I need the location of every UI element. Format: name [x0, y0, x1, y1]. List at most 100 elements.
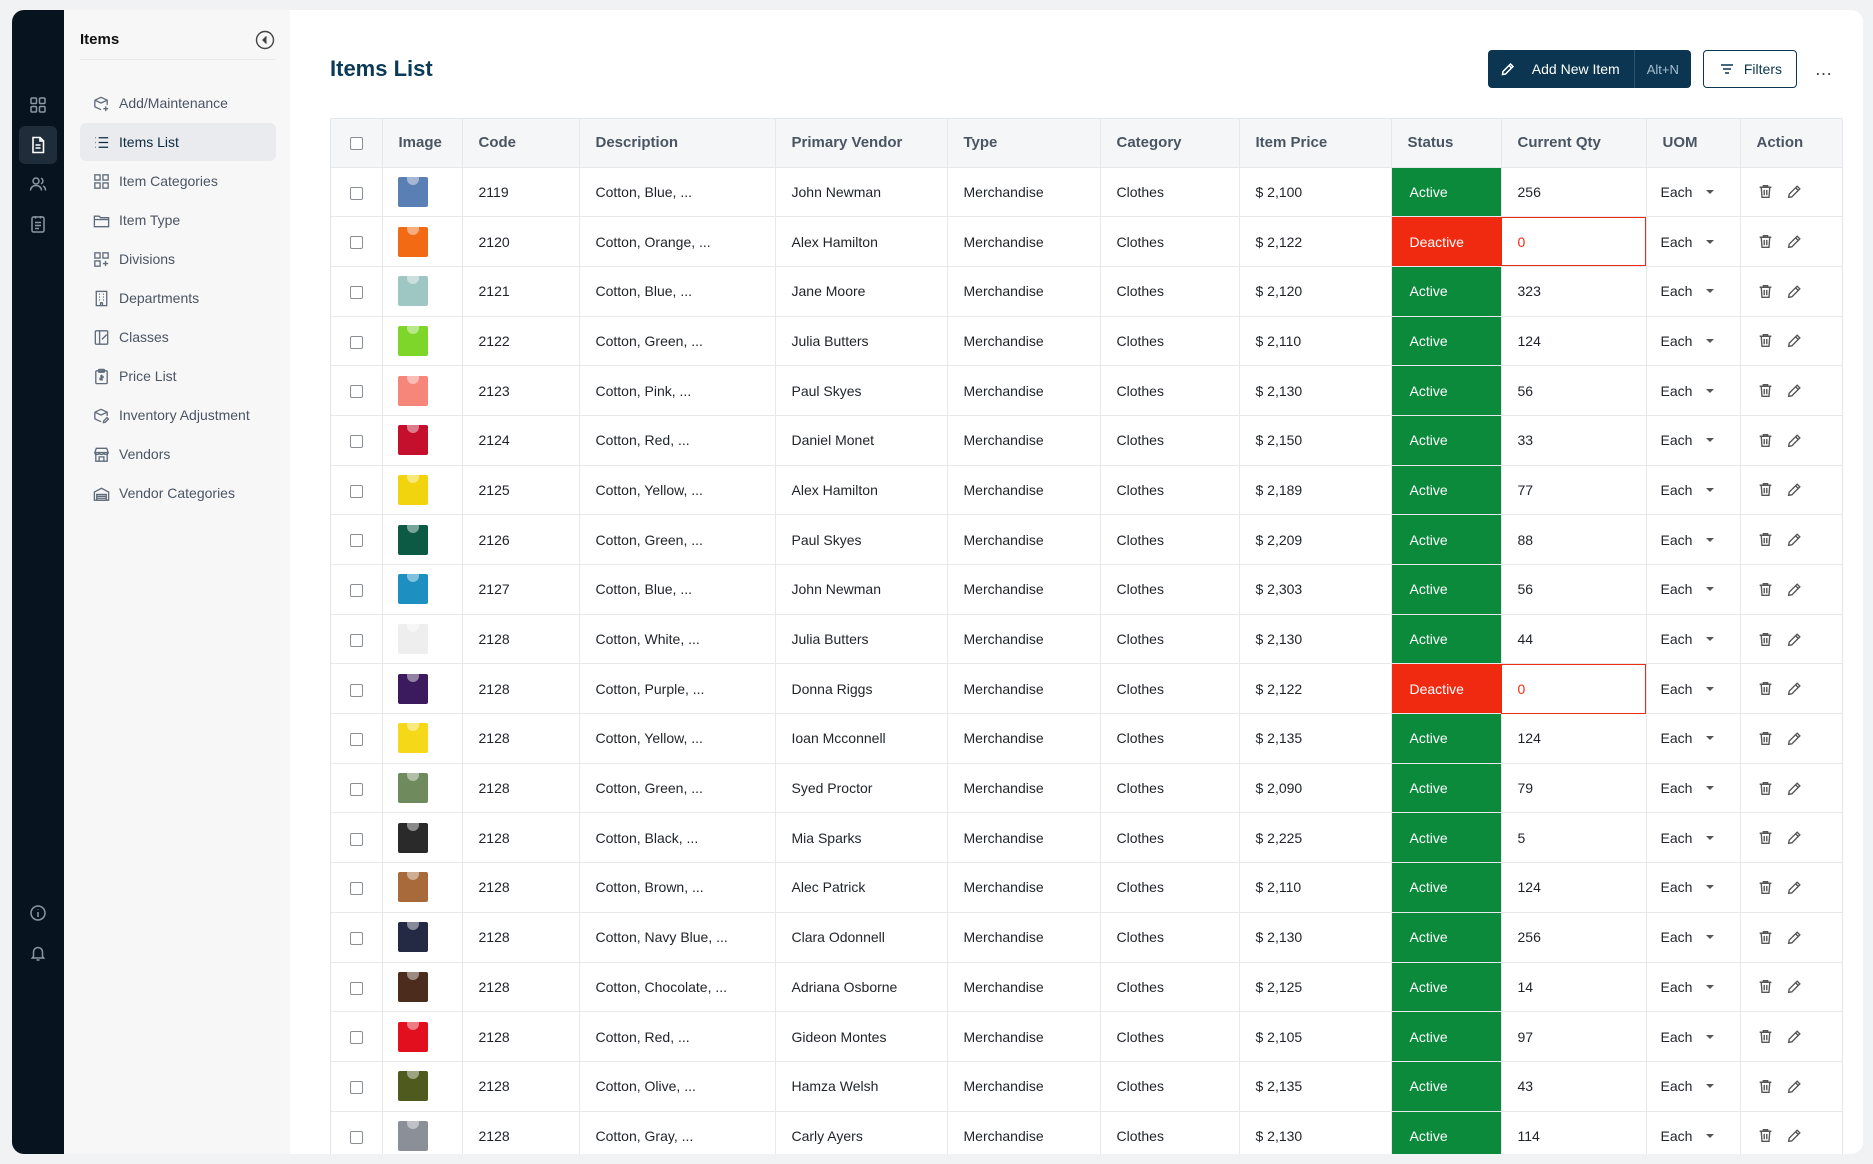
- uom-select[interactable]: Each: [1646, 1011, 1741, 1062]
- uom-select[interactable]: Each: [1646, 216, 1741, 267]
- trash-icon[interactable]: [1757, 183, 1774, 200]
- shirt-thumbnail[interactable]: [397, 176, 428, 207]
- edit-icon[interactable]: [1786, 332, 1803, 349]
- row-checkbox[interactable]: [331, 266, 383, 317]
- table-row[interactable]: 2128 Cotton, Navy Blue, ... Clara Odonnell…: [331, 912, 1842, 963]
- edit-icon[interactable]: [1786, 631, 1803, 648]
- column-header-description[interactable]: Description: [579, 119, 776, 168]
- uom-select[interactable]: Each: [1646, 365, 1741, 416]
- column-header-current-qty[interactable]: Current Qty: [1501, 119, 1647, 168]
- edit-icon[interactable]: [1786, 879, 1803, 896]
- shirt-thumbnail[interactable]: [397, 922, 428, 953]
- shirt-thumbnail[interactable]: [397, 1071, 428, 1102]
- filters-button[interactable]: Filters: [1702, 50, 1797, 88]
- table-row[interactable]: 2128 Cotton, Red, ... Gideon Montes Merchan…: [331, 1011, 1842, 1062]
- sidebar-item-divisions[interactable]: Divisions: [80, 240, 276, 278]
- shirt-thumbnail[interactable]: [397, 574, 428, 605]
- shirt-thumbnail[interactable]: [397, 773, 428, 804]
- trash-icon[interactable]: [1757, 581, 1774, 598]
- uom-select[interactable]: Each: [1646, 564, 1741, 615]
- uom-select[interactable]: Each: [1646, 316, 1741, 367]
- edit-icon[interactable]: [1786, 1028, 1803, 1045]
- trash-icon[interactable]: [1757, 780, 1774, 797]
- edit-icon[interactable]: [1786, 780, 1803, 797]
- table-row[interactable]: 2128 Cotton, Chocolate, ... Adriana Osborn…: [331, 962, 1842, 1013]
- edit-icon[interactable]: [1786, 432, 1803, 449]
- table-row[interactable]: 2125 Cotton, Yellow, ... Alex Hamilton Merc…: [331, 465, 1842, 516]
- uom-select[interactable]: Each: [1646, 1061, 1741, 1112]
- uom-select[interactable]: Each: [1646, 713, 1741, 764]
- items-document-icon[interactable]: [19, 126, 57, 164]
- column-header-type[interactable]: Type: [947, 119, 1101, 168]
- trash-icon[interactable]: [1757, 382, 1774, 399]
- uom-select[interactable]: Each: [1646, 663, 1741, 715]
- uom-select[interactable]: Each: [1646, 962, 1741, 1013]
- table-row[interactable]: 2128 Cotton, Purple, ... Donna Riggs Mercha…: [331, 663, 1842, 715]
- trash-icon[interactable]: [1757, 531, 1774, 548]
- trash-icon[interactable]: [1757, 233, 1774, 250]
- shirt-thumbnail[interactable]: [397, 524, 428, 555]
- row-checkbox[interactable]: [331, 1011, 383, 1062]
- sidebar-item-classes[interactable]: Classes: [80, 318, 276, 356]
- edit-icon[interactable]: [1786, 233, 1803, 250]
- sidebar-item-inventory-adjustment[interactable]: Inventory Adjustment: [80, 396, 276, 434]
- edit-icon[interactable]: [1786, 481, 1803, 498]
- shirt-thumbnail[interactable]: [397, 872, 428, 903]
- uom-select[interactable]: Each: [1646, 763, 1741, 814]
- trash-icon[interactable]: [1757, 1078, 1774, 1095]
- sidebar-item-price-list[interactable]: Price List: [80, 357, 276, 395]
- sidebar-item-item-type[interactable]: Item Type: [80, 201, 276, 239]
- shirt-thumbnail[interactable]: [397, 226, 428, 257]
- trash-icon[interactable]: [1757, 978, 1774, 995]
- trash-icon[interactable]: [1757, 680, 1774, 697]
- shirt-thumbnail[interactable]: [397, 474, 428, 505]
- table-row[interactable]: 2120 Cotton, Orange, ... Alex Hamilton Merc…: [331, 216, 1842, 267]
- trash-icon[interactable]: [1757, 1028, 1774, 1045]
- row-checkbox[interactable]: [331, 763, 383, 814]
- trash-icon[interactable]: [1757, 1127, 1774, 1144]
- trash-icon[interactable]: [1757, 283, 1774, 300]
- column-header-item-price[interactable]: Item Price: [1239, 119, 1392, 168]
- sidebar-item-vendors[interactable]: Vendors: [80, 435, 276, 473]
- column-header-category[interactable]: Category: [1100, 119, 1240, 168]
- uom-select[interactable]: Each: [1646, 812, 1741, 864]
- shirt-thumbnail[interactable]: [397, 425, 428, 456]
- trash-icon[interactable]: [1757, 730, 1774, 747]
- row-checkbox[interactable]: [331, 614, 383, 665]
- column-header-image[interactable]: Image: [382, 119, 463, 168]
- row-checkbox[interactable]: [331, 167, 383, 218]
- shirt-thumbnail[interactable]: [397, 276, 428, 307]
- uom-select[interactable]: Each: [1646, 862, 1741, 913]
- shirt-thumbnail[interactable]: [397, 375, 428, 406]
- row-checkbox[interactable]: [331, 1061, 383, 1112]
- table-row[interactable]: 2128 Cotton, Yellow, ... Ioan Mcconnell Mer…: [331, 713, 1842, 764]
- column-header-uom[interactable]: UOM: [1646, 119, 1741, 168]
- edit-icon[interactable]: [1786, 680, 1803, 697]
- edit-icon[interactable]: [1786, 730, 1803, 747]
- shirt-thumbnail[interactable]: [397, 624, 428, 655]
- row-checkbox[interactable]: [331, 713, 383, 764]
- row-checkbox[interactable]: [331, 415, 383, 466]
- table-row[interactable]: 2126 Cotton, Green, ... Paul Skyes Merchand…: [331, 514, 1842, 565]
- shirt-thumbnail[interactable]: [397, 1021, 428, 1052]
- edit-icon[interactable]: [1786, 283, 1803, 300]
- trash-icon[interactable]: [1757, 432, 1774, 449]
- sidebar-item-items-list[interactable]: Items List: [80, 123, 276, 161]
- table-row[interactable]: 2128 Cotton, Olive, ... Hamza Welsh Merchan…: [331, 1061, 1842, 1112]
- row-checkbox[interactable]: [331, 216, 383, 267]
- edit-icon[interactable]: [1786, 531, 1803, 548]
- table-row[interactable]: 2123 Cotton, Pink, ... Paul Skyes Merchandi…: [331, 365, 1842, 416]
- uom-select[interactable]: Each: [1646, 614, 1741, 665]
- shirt-thumbnail[interactable]: [397, 971, 428, 1002]
- table-row[interactable]: 2127 Cotton, Blue, ... John Newman Merchand…: [331, 564, 1842, 615]
- edit-icon[interactable]: [1786, 1078, 1803, 1095]
- row-checkbox[interactable]: [331, 316, 383, 367]
- collapse-sidebar-icon[interactable]: [254, 29, 276, 51]
- info-icon[interactable]: [19, 894, 57, 932]
- row-checkbox[interactable]: [331, 912, 383, 963]
- shirt-thumbnail[interactable]: [397, 723, 428, 754]
- uom-select[interactable]: Each: [1646, 912, 1741, 963]
- table-row[interactable]: 2122 Cotton, Green, ... Julia Butters Merch…: [331, 316, 1842, 367]
- table-row[interactable]: 2128 Cotton, Black, ... Mia Sparks Merchand…: [331, 812, 1842, 864]
- sidebar-item-vendor-categories[interactable]: Vendor Categories: [80, 474, 276, 512]
